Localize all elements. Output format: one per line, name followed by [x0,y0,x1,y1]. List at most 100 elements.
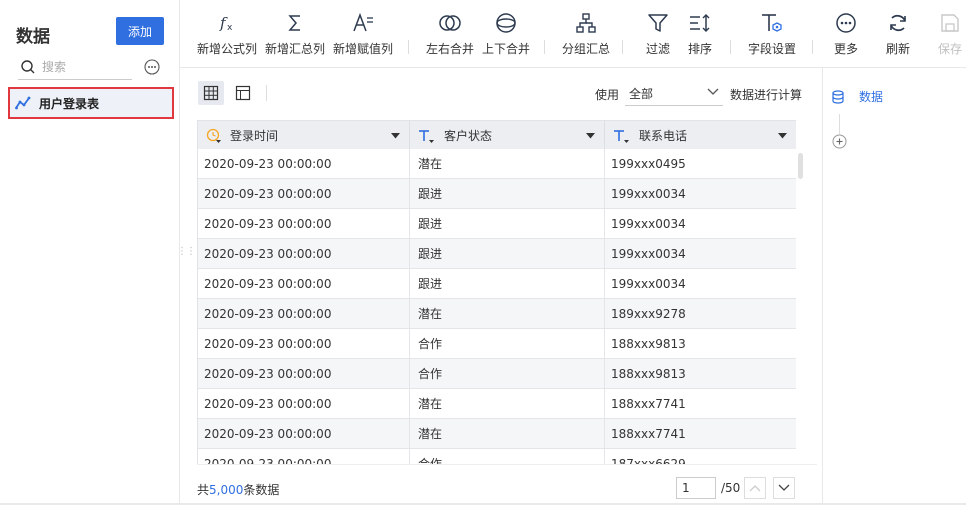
table-cell[interactable]: 188xxx7741 [605,419,796,449]
more-button[interactable]: 更多 [828,10,864,57]
table-cell[interactable]: 199xxx0034 [605,239,796,269]
table-cell[interactable]: 2020-09-23 00:00:00 [198,149,410,179]
text-type-icon [419,129,434,143]
caret-down-icon[interactable] [778,133,787,139]
panel-resize-handle[interactable]: ⋮⋮ [177,246,196,257]
table-cell[interactable]: 跟进 [410,239,605,269]
page-number-input[interactable] [676,477,716,499]
calc-scope-value: 全部 [629,87,654,101]
sort-icon [690,14,710,32]
column-header-login-time[interactable]: 登录时间 [198,121,410,150]
dataset-name: 用户登录表 [39,96,100,111]
vertical-merge-icon [496,13,516,33]
table-cell[interactable]: 199xxx0495 [605,149,796,179]
table-cell[interactable]: 合作 [410,449,605,464]
horizontal-merge-icon [439,15,461,31]
next-page-button[interactable] [773,477,795,499]
database-icon [832,89,844,104]
table-scrollbar[interactable] [798,153,803,179]
calc-scope-suffix: 数据进行计算 [730,88,803,102]
app-root: 数据 添加 用户登录表 ⋮⋮ f x 新 [0,0,966,505]
flow-node-data[interactable]: 数据 [831,88,883,105]
add-data-button[interactable]: 添加 [116,17,164,45]
field-settings-button[interactable]: 字段设置 [744,10,800,57]
table-row[interactable]: 2020-09-23 00:00:00 合作 188xxx9813 [198,329,796,359]
chevron-down-icon [778,484,790,491]
table-cell[interactable]: 2020-09-23 00:00:00 [198,389,410,419]
table-cell[interactable]: 潜在 [410,149,605,179]
grid-view-button[interactable] [198,81,224,105]
caret-down-icon[interactable] [391,133,400,139]
refresh-icon [890,14,906,32]
layout-view-button[interactable] [230,81,256,105]
table-cell[interactable]: 2020-09-23 00:00:00 [198,329,410,359]
svg-text:x: x [227,23,233,33]
search-input[interactable] [42,58,130,76]
chevron-up-icon [749,485,761,492]
table-cell[interactable]: 199xxx0034 [605,269,796,299]
table-cell[interactable]: 潜在 [410,299,605,329]
table-cell[interactable]: 187xxx6629 [605,449,796,464]
filter-button[interactable]: 过滤 [640,10,676,57]
table-row[interactable]: 2020-09-23 00:00:00 潜在 189xxx9278 [198,299,796,329]
table-row[interactable]: 2020-09-23 00:00:00 跟进 199xxx0034 [198,209,796,239]
table-row[interactable]: 2020-09-23 00:00:00 合作 187xxx6629 [198,449,796,464]
table-cell[interactable]: 2020-09-23 00:00:00 [198,419,410,449]
add-summary-column-button[interactable]: 新增汇总列 [264,10,326,57]
table-cell[interactable]: 188xxx9813 [605,359,796,389]
horizontal-merge-button[interactable]: 左右合并 [422,10,478,57]
page-total: /50 [721,481,741,495]
table-cell[interactable]: 潜在 [410,389,605,419]
more-icon [836,13,856,33]
table-cell[interactable]: 2020-09-23 00:00:00 [198,179,410,209]
table-cell[interactable]: 合作 [410,359,605,389]
table-cell[interactable]: 199xxx0034 [605,179,796,209]
sidebar-item-dataset[interactable]: 用户登录表 [8,87,174,119]
calc-scope-select[interactable]: 全部 [625,80,723,106]
table-row[interactable]: 2020-09-23 00:00:00 潜在 199xxx0495 [198,149,796,179]
table-cell[interactable]: 跟进 [410,179,605,209]
table-cell[interactable]: 2020-09-23 00:00:00 [198,209,410,239]
table-cell[interactable]: 188xxx7741 [605,389,796,419]
table-cell[interactable]: 2020-09-23 00:00:00 [198,299,410,329]
column-header-customer-status[interactable]: 客户状态 [410,121,605,150]
field-settings-icon [762,14,782,32]
record-count: 共5,000条数据 [197,483,280,497]
table-cell[interactable]: 跟进 [410,209,605,239]
calc-scope-label: 使用 [595,88,620,102]
table-header: 登录时间 客户状态 联系电话 [198,120,796,150]
table-row[interactable]: 2020-09-23 00:00:00 潜在 188xxx7741 [198,389,796,419]
table-row[interactable]: 2020-09-23 00:00:00 跟进 199xxx0034 [198,179,796,209]
refresh-button[interactable]: 刷新 [880,10,916,57]
save-button[interactable]: 保存 [932,10,966,57]
table-row[interactable]: 2020-09-23 00:00:00 跟进 199xxx0034 [198,269,796,299]
table-cell[interactable]: 2020-09-23 00:00:00 [198,359,410,389]
table-cell[interactable]: 跟进 [410,269,605,299]
table-row[interactable]: 2020-09-23 00:00:00 潜在 188xxx7741 [198,419,796,449]
table-row[interactable]: 2020-09-23 00:00:00 合作 188xxx9813 [198,359,796,389]
table-cell[interactable]: 合作 [410,329,605,359]
table-cell[interactable]: 2020-09-23 00:00:00 [198,449,410,464]
table-cell[interactable]: 2020-09-23 00:00:00 [198,239,410,269]
prev-page-button[interactable] [744,477,766,499]
sort-button[interactable]: 排序 [682,10,718,57]
column-header-phone[interactable]: 联系电话 [605,121,796,150]
sigma-icon [288,15,300,31]
table-cell[interactable]: 189xxx9278 [605,299,796,329]
vertical-merge-button[interactable]: 上下合并 [478,10,534,57]
flow-panel: 数据 [822,68,966,505]
more-options-icon[interactable] [144,59,160,75]
group-summary-button[interactable]: 分组汇总 [558,10,614,57]
table-cell[interactable]: 潜在 [410,419,605,449]
table-cell[interactable]: 199xxx0034 [605,209,796,239]
add-step-icon[interactable] [832,134,847,149]
table-cell[interactable]: 2020-09-23 00:00:00 [198,269,410,299]
text-type-icon [614,129,629,143]
caret-down-icon[interactable] [586,133,595,139]
save-icon [941,14,959,32]
table-cell[interactable]: 188xxx9813 [605,329,796,359]
add-assign-column-button[interactable]: 新增赋值列 [332,10,394,57]
table-row[interactable]: 2020-09-23 00:00:00 跟进 199xxx0034 [198,239,796,269]
data-sidebar: 数据 添加 用户登录表 [0,0,180,505]
add-formula-column-button[interactable]: f x 新增公式列 [196,10,258,57]
